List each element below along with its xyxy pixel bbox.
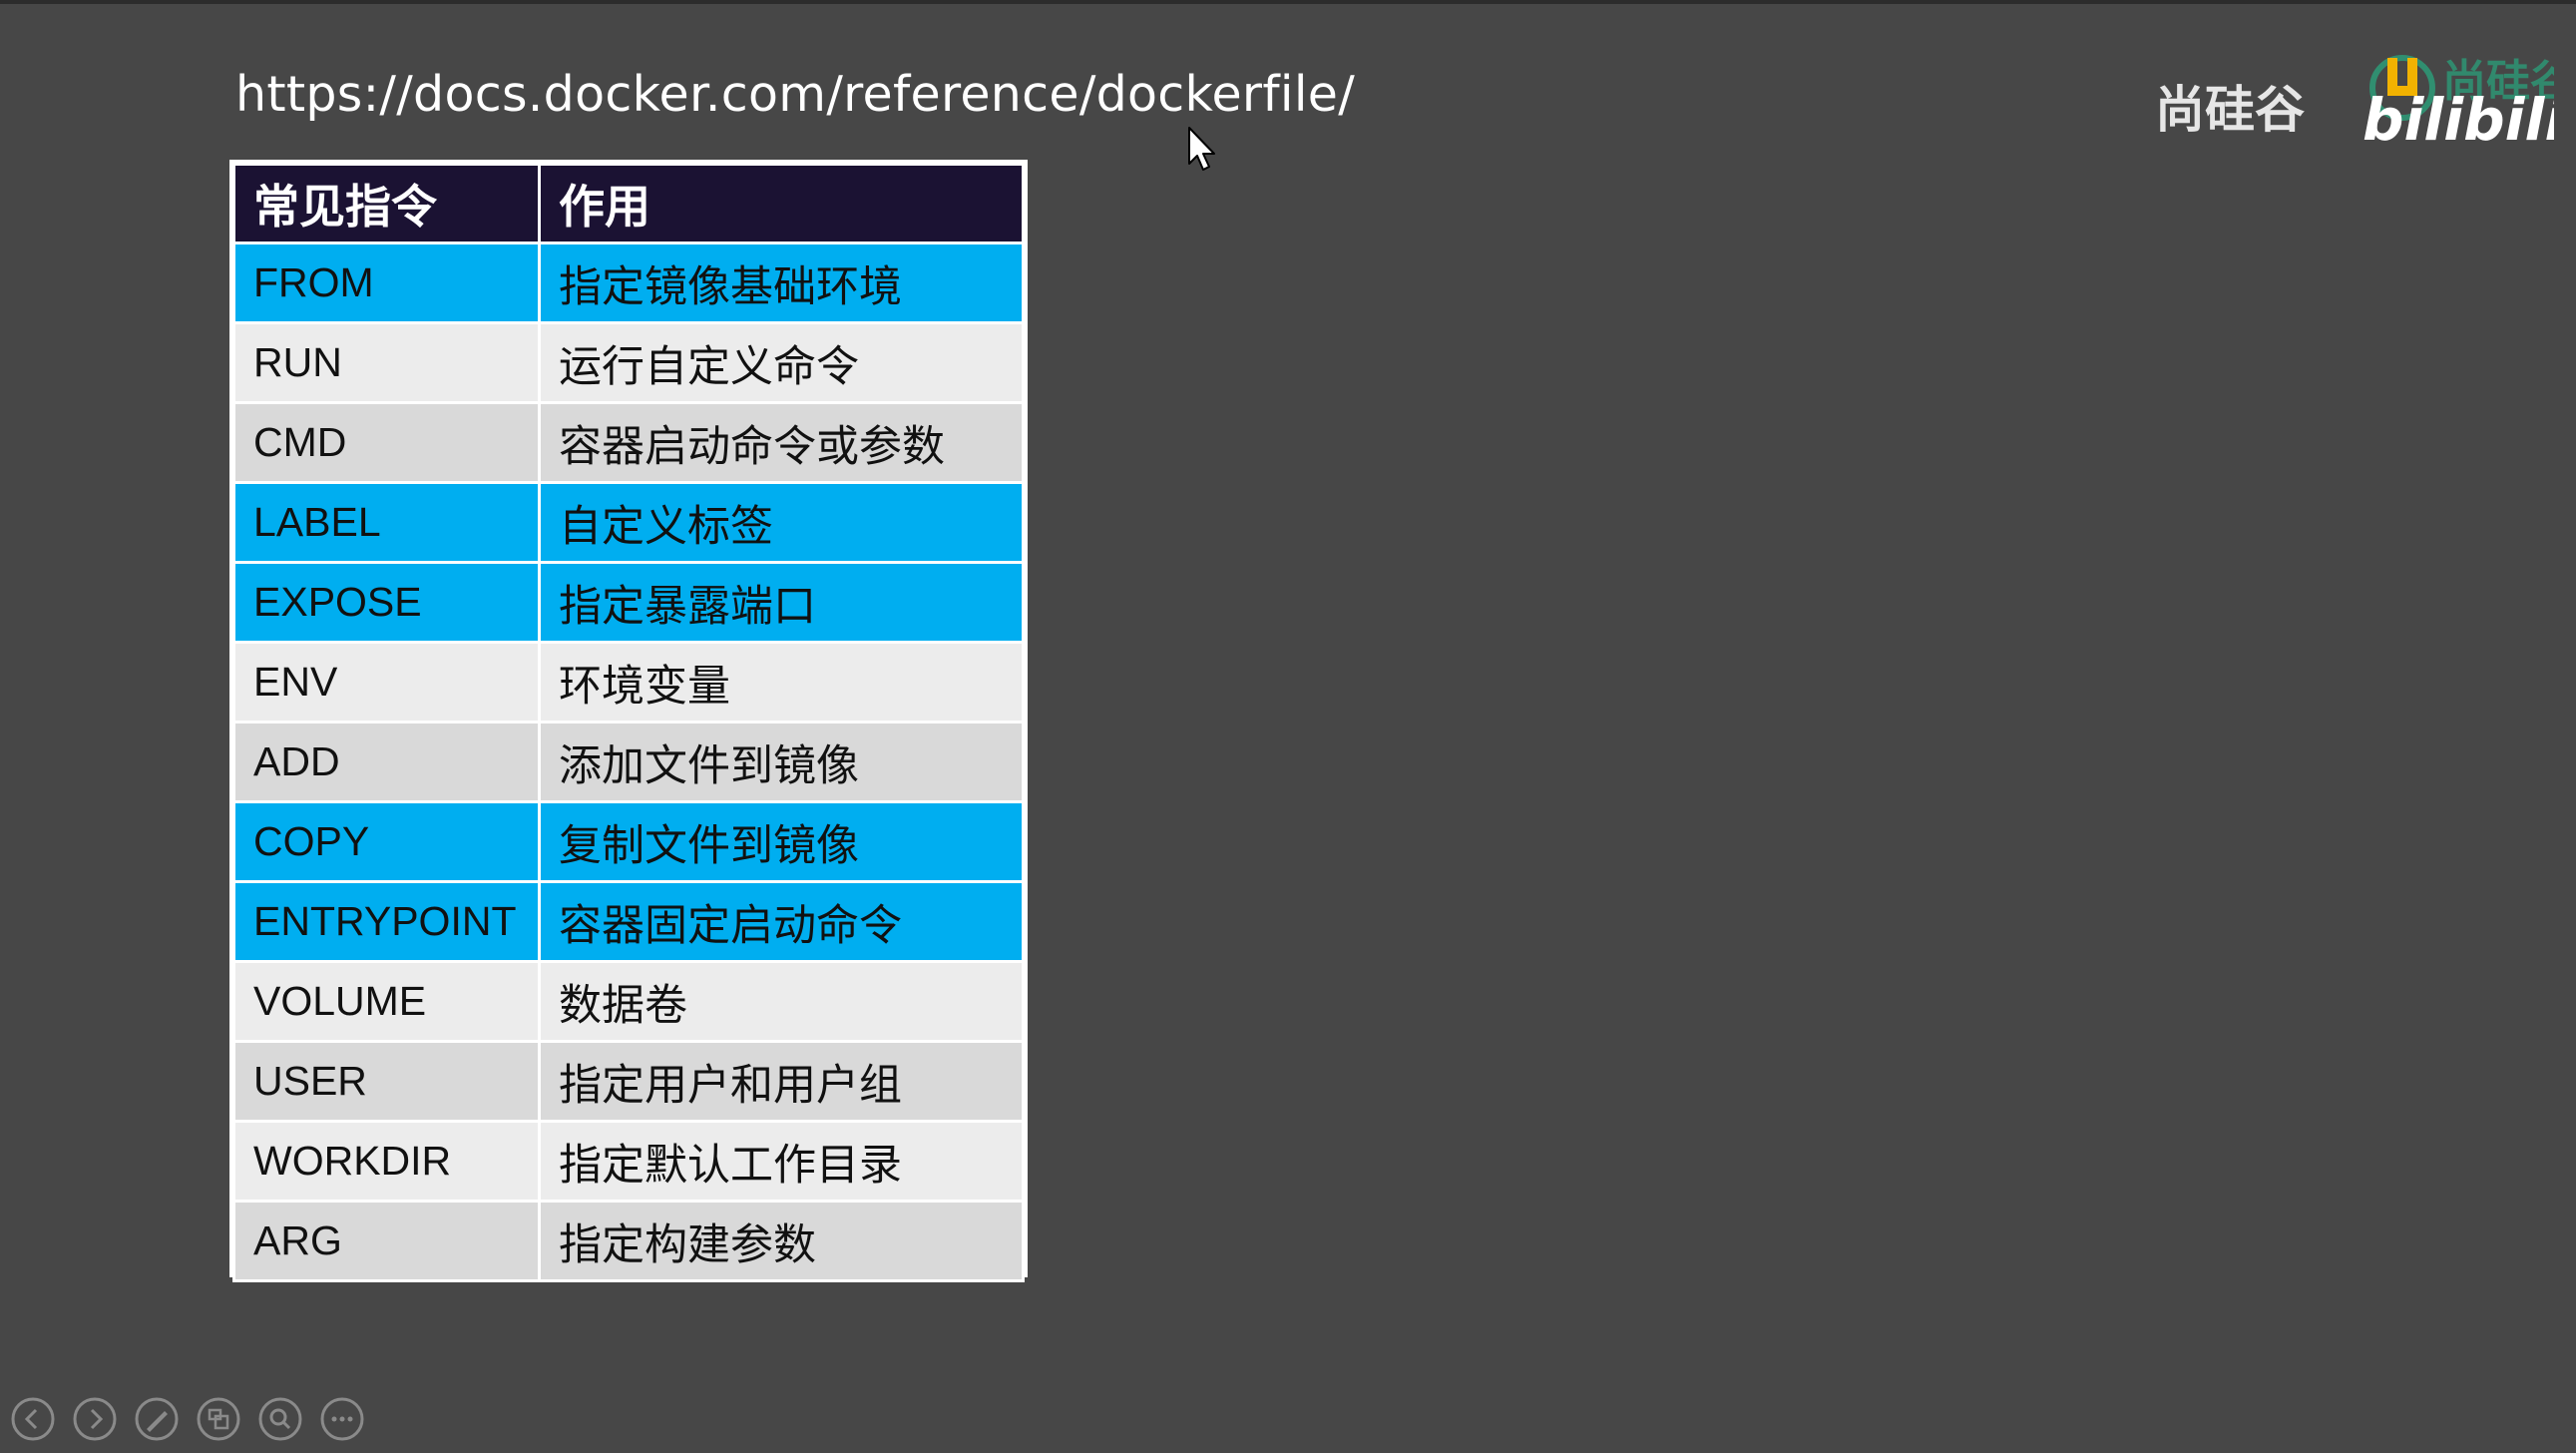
watermark: 尚硅谷 尚硅谷 bilibili <box>2155 26 2554 148</box>
pen-button[interactable] <box>132 1394 182 1444</box>
purpose-cell: 添加文件到镜像 <box>538 721 1025 803</box>
table-row: CMD 容器启动命令或参数 <box>232 401 1025 484</box>
purpose-cell: 指定用户和用户组 <box>538 1040 1025 1123</box>
table-row: ADD 添加文件到镜像 <box>232 721 1025 803</box>
instruction-cell: FROM <box>232 242 541 324</box>
table-row: LABEL 自定义标签 <box>232 481 1025 564</box>
mouse-cursor-icon <box>1188 127 1215 171</box>
purpose-cell: 容器启动命令或参数 <box>538 401 1025 484</box>
table-row: ENV 环境变量 <box>232 641 1025 724</box>
slide-overview-button[interactable] <box>194 1394 243 1444</box>
purpose-cell: 指定镜像基础环境 <box>538 242 1025 324</box>
bilibili-logo: 尚硅谷 bilibili <box>2362 55 2554 148</box>
table-row: RUN 运行自定义命令 <box>232 321 1025 404</box>
purpose-cell: 容器固定启动命令 <box>538 880 1025 963</box>
instruction-cell: ENTRYPOINT <box>232 880 541 963</box>
zoom-button[interactable] <box>255 1394 305 1444</box>
purpose-cell: 环境变量 <box>538 641 1025 724</box>
watermark-text: 尚硅谷 <box>2155 81 2305 139</box>
purpose-cell: 指定默认工作目录 <box>538 1120 1025 1203</box>
table-row: USER 指定用户和用户组 <box>232 1040 1025 1123</box>
instruction-cell: ARG <box>232 1200 541 1282</box>
instruction-cell: LABEL <box>232 481 541 564</box>
table-row: WORKDIR 指定默认工作目录 <box>232 1120 1025 1203</box>
instruction-cell: ADD <box>232 721 541 803</box>
table-row: ENTRYPOINT 容器固定启动命令 <box>232 880 1025 963</box>
instruction-cell: CMD <box>232 401 541 484</box>
table-row: FROM 指定镜像基础环境 <box>232 242 1025 324</box>
instruction-cell: RUN <box>232 321 541 404</box>
purpose-cell: 自定义标签 <box>538 481 1025 564</box>
table-row: COPY 复制文件到镜像 <box>232 800 1025 883</box>
dockerfile-instructions-table: 常见指令 作用 FROM 指定镜像基础环境 RUN 运行自定义命令 CMD 容器启动命令或… <box>229 160 1028 1282</box>
purpose-cell: 运行自定义命令 <box>538 321 1025 404</box>
header-instruction: 常见指令 <box>232 163 541 244</box>
next-slide-button[interactable] <box>70 1394 120 1444</box>
top-edge <box>0 0 2576 4</box>
instruction-cell: EXPOSE <box>232 561 541 644</box>
table-row: VOLUME 数据卷 <box>232 960 1025 1043</box>
instruction-cell: USER <box>232 1040 541 1123</box>
table-row: ARG 指定构建参数 <box>232 1200 1025 1282</box>
purpose-cell: 指定构建参数 <box>538 1200 1025 1282</box>
instruction-cell: COPY <box>232 800 541 883</box>
instruction-cell: ENV <box>232 641 541 724</box>
more-options-button[interactable] <box>317 1394 367 1444</box>
instruction-cell: WORKDIR <box>232 1120 541 1203</box>
purpose-cell: 复制文件到镜像 <box>538 800 1025 883</box>
presentation-toolbar <box>8 1391 367 1447</box>
table-row: EXPOSE 指定暴露端口 <box>232 561 1025 644</box>
instruction-cell: VOLUME <box>232 960 541 1043</box>
purpose-cell: 指定暴露端口 <box>538 561 1025 644</box>
slide-url[interactable]: https://docs.docker.com/reference/docker… <box>235 66 1355 123</box>
svg-text:bilibili: bilibili <box>2362 86 2554 148</box>
table-header-row: 常见指令 作用 <box>232 163 1025 244</box>
previous-slide-button[interactable] <box>8 1394 58 1444</box>
header-purpose: 作用 <box>538 163 1025 244</box>
purpose-cell: 数据卷 <box>538 960 1025 1043</box>
